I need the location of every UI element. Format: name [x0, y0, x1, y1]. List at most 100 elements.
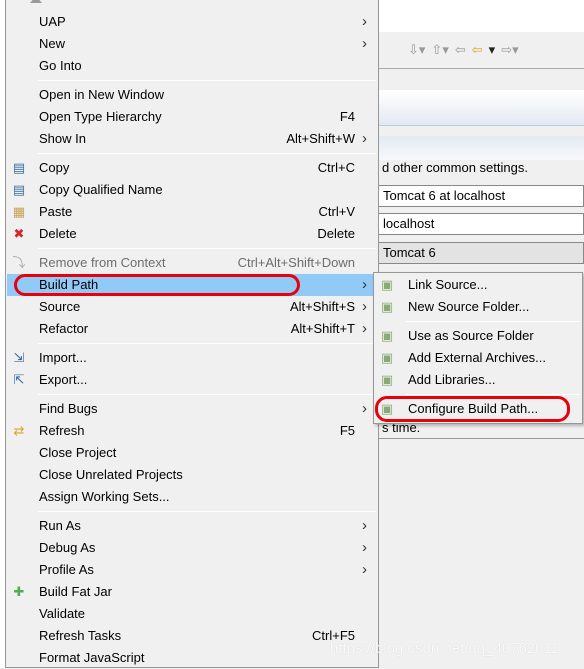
context-item-copy-qualified-name[interactable]: ▤ Copy Qualified Name — [7, 179, 377, 201]
menu-item-label: UAP — [39, 14, 66, 29]
build-path-annotation — [14, 274, 300, 296]
context-item-source[interactable]: Source Alt+Shift+S › — [7, 296, 377, 318]
last-edit-location-icon[interactable]: ⇦ — [455, 42, 466, 58]
context-item-profile-as[interactable]: Profile As › — [7, 559, 377, 581]
editor-tab-area — [378, 68, 584, 92]
shortcut-label: Delete — [317, 226, 355, 241]
context-item-open-type-hierarchy[interactable]: Open Type Hierarchy F4 — [7, 106, 377, 128]
jar-icon: ▣ — [380, 350, 394, 365]
refresh-icon: ⇄ — [13, 423, 25, 438]
menu-separator — [38, 80, 376, 81]
menu-separator — [406, 394, 580, 395]
configure-build-path-annotation — [375, 396, 570, 422]
plus-icon: ✚ — [13, 584, 25, 599]
context-item-refactor[interactable]: Refactor Alt+Shift+T › — [7, 318, 377, 340]
menu-separator — [406, 321, 580, 322]
context-item-open-in-new-window[interactable]: Open in New Window — [7, 84, 377, 106]
host-name-field[interactable]: localhost — [378, 213, 584, 235]
menu-separator — [38, 394, 376, 395]
menu-item-label: Validate — [39, 606, 86, 621]
submenu-arrow-icon: › — [362, 35, 367, 52]
context-item-build-fat-jar[interactable]: ✚ Build Fat Jar — [7, 581, 377, 603]
server-name-field[interactable]: Tomcat 6 at localhost — [378, 185, 584, 207]
copy-icon: ▤ — [12, 160, 26, 175]
import-icon: ⇲ — [13, 350, 25, 365]
submenu-arrow-icon: › — [362, 130, 367, 147]
menu-item-label: Refactor — [39, 321, 89, 336]
menu-separator — [38, 343, 376, 344]
divider — [378, 438, 584, 439]
context-item-delete[interactable]: ✖ Delete Delete — [7, 223, 377, 245]
context-item-validate[interactable]: Validate — [7, 603, 377, 625]
context-item-close-unrelated-projects[interactable]: Close Unrelated Projects — [7, 464, 377, 486]
menu-item-label: Refresh Tasks — [39, 628, 122, 643]
menu-item-label: Copy — [39, 160, 70, 175]
use-as-source-folder-icon: ▣ — [380, 328, 394, 343]
menu-separator — [38, 511, 376, 512]
context-item-assign-working-sets[interactable]: Assign Working Sets... — [7, 486, 377, 508]
submenu-item-add-libraries[interactable]: ▣ Add Libraries... — [375, 369, 581, 391]
menu-item-label: Debug As — [39, 540, 96, 555]
menu-item-label: Run As — [39, 518, 81, 533]
context-item-refresh[interactable]: ⇄ Refresh F5 — [7, 420, 377, 442]
new-source-folder-icon: ▣ — [380, 299, 394, 314]
context-item-close-project[interactable]: Close Project — [7, 442, 377, 464]
context-item-find-bugs[interactable]: Find Bugs › — [7, 398, 377, 420]
link-source-icon: ▣ — [380, 277, 394, 292]
context-menu: UAP › New › Go Into Open in New Window Open Ty… — [5, 0, 379, 668]
section-header — [378, 136, 584, 160]
context-item-new[interactable]: New › — [7, 33, 377, 55]
context-item-refresh-tasks[interactable]: Refresh Tasks Ctrl+F5 — [7, 625, 377, 647]
context-item-paste[interactable]: ▦ Paste Ctrl+V — [7, 201, 377, 223]
context-item-run-as[interactable]: Run As › — [7, 515, 377, 537]
menu-item-label: Link Source... — [408, 277, 488, 292]
context-item-remove-from-context[interactable]: ⤵ Remove from Context Ctrl+Alt+Shift+Down — [7, 252, 377, 274]
menu-item-label: Paste — [39, 204, 73, 219]
forward-icon[interactable]: ⇨▾ — [501, 42, 518, 58]
submenu-arrow-icon: › — [362, 561, 367, 578]
submenu-arrow-icon: › — [362, 298, 367, 315]
submenu-arrow-icon: › — [362, 320, 367, 337]
menu-item-label: New — [39, 36, 66, 51]
submenu-item-add-external-archives[interactable]: ▣ Add External Archives... — [375, 347, 581, 369]
menu-item-label: Open in New Window — [39, 87, 164, 102]
submenu-arrow-icon: › — [362, 13, 367, 30]
submenu-arrow-icon: › — [362, 539, 367, 556]
menu-item-label: Assign Working Sets... — [39, 489, 170, 504]
submenu-item-new-source-folder[interactable]: ▣ New Source Folder... — [375, 296, 581, 318]
shortcut-label: Ctrl+V — [318, 204, 355, 219]
context-item-show-in[interactable]: Show In Alt+Shift+W › — [7, 128, 377, 150]
context-item-go-into[interactable]: Go Into — [7, 55, 377, 77]
menu-separator — [38, 248, 376, 249]
menu-item-label: Add External Archives... — [408, 350, 547, 365]
menu-item-label: Export... — [39, 372, 88, 387]
export-icon: ⇱ — [13, 372, 25, 387]
context-item-debug-as[interactable]: Debug As › — [7, 537, 377, 559]
menu-item-label: New Source Folder... — [408, 299, 530, 314]
menu-separator — [38, 153, 376, 154]
menu-item-label: Source — [39, 299, 81, 314]
menu-item-label: Close Unrelated Projects — [39, 467, 183, 482]
delete-icon: ✖ — [13, 226, 25, 241]
context-item-format-javascript[interactable]: Format JavaScript — [7, 647, 377, 669]
context-item-import[interactable]: ⇲ Import... — [7, 347, 377, 369]
back-icon[interactable]: ⇦ — [472, 42, 483, 58]
menu-item-label: Import... — [39, 350, 87, 365]
runtime-field[interactable]: Tomcat 6 — [378, 242, 584, 264]
editor-header — [378, 90, 584, 126]
context-item-uap[interactable]: UAP › — [7, 11, 377, 33]
menu-item-label: Build Fat Jar — [39, 584, 112, 599]
submenu-item-link-source[interactable]: ▣ Link Source... — [375, 274, 581, 296]
shortcut-label: Alt+Shift+S — [289, 299, 355, 314]
menu-item-label: Refresh — [39, 423, 85, 438]
paste-icon: ▦ — [12, 204, 26, 219]
back-dropdown-icon[interactable]: ▾ — [489, 42, 496, 58]
context-item-export[interactable]: ⇱ Export... — [7, 369, 377, 391]
libraries-icon: ▣ — [380, 372, 394, 387]
prev-annotation-icon[interactable]: ⇧▾ — [431, 42, 448, 58]
shortcut-label: Alt+Shift+T — [290, 321, 355, 336]
submenu-item-use-as-source-folder[interactable]: ▣ Use as Source Folder — [375, 325, 581, 347]
context-item-copy[interactable]: ▤ Copy Ctrl+C — [7, 157, 377, 179]
next-annotation-icon[interactable]: ⇩▾ — [408, 42, 425, 58]
scroll-up-arrow-icon[interactable] — [30, 0, 42, 3]
